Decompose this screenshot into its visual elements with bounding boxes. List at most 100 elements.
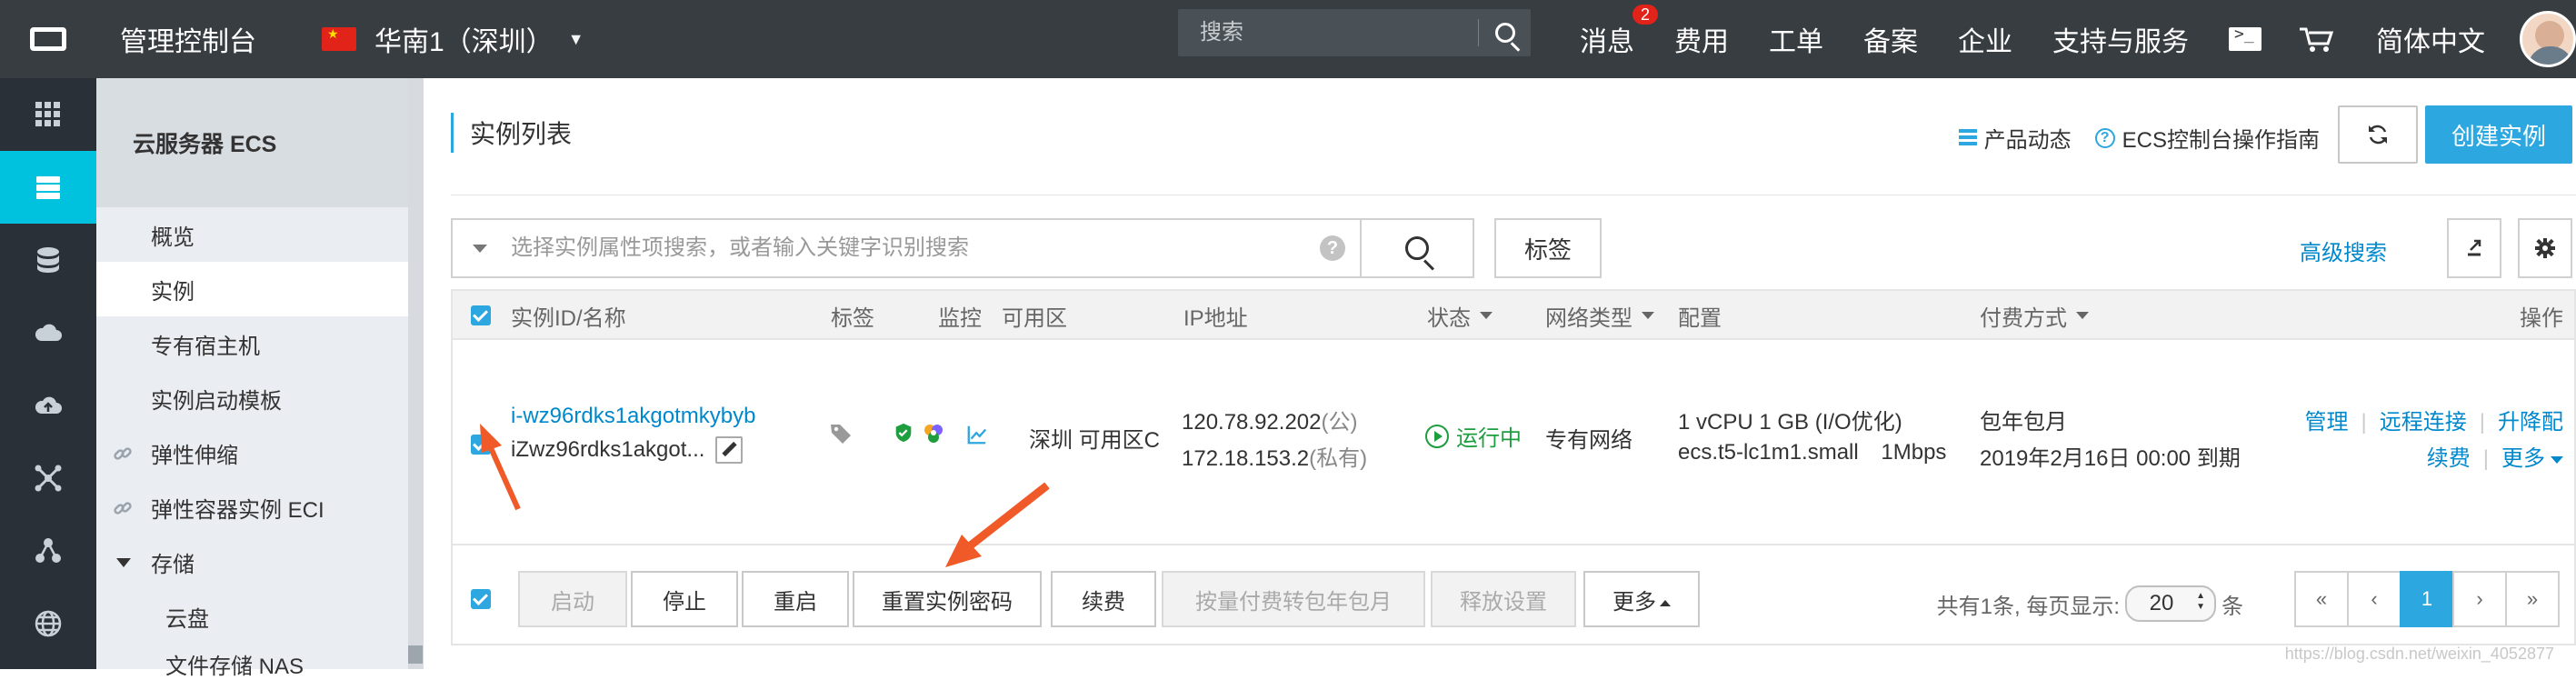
refresh-icon — [2369, 125, 2387, 145]
cart-icon[interactable] — [2298, 25, 2336, 53]
config-line2: ecs.t5-lc1m1.small 1Mbps — [1678, 440, 1946, 465]
database-icon[interactable] — [0, 224, 96, 296]
col-monitor: 监控 — [938, 305, 982, 331]
instance-search-box[interactable]: ? — [451, 218, 1360, 278]
china-flag-icon — [322, 27, 356, 51]
search-button[interactable] — [1360, 218, 1474, 278]
top-nav-icp[interactable]: 备案 — [1863, 19, 1918, 59]
network-icon[interactable] — [0, 442, 96, 515]
remote-connect-link[interactable]: 远程连接 — [2380, 410, 2467, 435]
page-1-button[interactable]: 1 — [2400, 571, 2454, 627]
security-shield-icon[interactable] — [893, 422, 914, 450]
select-all-checkbox[interactable] — [471, 291, 491, 340]
monitor-chart-icon[interactable] — [965, 424, 989, 452]
col-tag: 标签 — [831, 305, 874, 331]
page-size-select[interactable]: 20 — [2125, 585, 2216, 622]
nav-item-storage[interactable]: 存储 — [96, 535, 423, 589]
next-page-button[interactable]: › — [2452, 571, 2507, 627]
table-footer: 启动 停止 重启 重置实例密码 续费 按量付费转包年包月 释放设置 更多 共有1… — [453, 545, 2574, 644]
chevron-up-icon — [1660, 599, 1671, 606]
nav-item-launch-templates[interactable]: 实例启动模板 — [96, 371, 423, 425]
refresh-button[interactable] — [2338, 105, 2418, 164]
product-updates-label: 产品动态 — [1983, 128, 2072, 153]
server-icon[interactable] — [0, 151, 96, 224]
nav-item-nas[interactable]: 文件存储 NAS — [96, 644, 423, 680]
scrollbar-thumb[interactable] — [408, 645, 423, 664]
release-settings-button[interactable]: 释放设置 — [1431, 571, 1576, 627]
create-instance-button[interactable]: 创建实例 — [2425, 105, 2572, 164]
nav-item-eci[interactable]: 弹性容器实例 ECI — [96, 480, 423, 535]
renew-link[interactable]: 续费 — [2427, 446, 2471, 471]
search-icon[interactable] — [1495, 23, 1515, 43]
chevron-down-icon — [1480, 312, 1493, 319]
bandwidth: 1Mbps — [1881, 440, 1947, 465]
restart-button[interactable]: 重启 — [742, 571, 849, 627]
top-search-input[interactable] — [1178, 9, 1478, 56]
settings-button[interactable] — [2518, 218, 2572, 278]
globe-icon[interactable] — [0, 587, 96, 660]
top-search[interactable] — [1178, 9, 1531, 56]
terminal-icon[interactable] — [2229, 25, 2261, 51]
page-title: 实例列表 — [451, 113, 572, 153]
prev-page-button[interactable]: ‹ — [2347, 571, 2401, 627]
nav-item-disks[interactable]: 云盘 — [96, 589, 423, 644]
reset-password-button[interactable]: 重置实例密码 — [853, 571, 1042, 627]
stop-button[interactable]: 停止 — [631, 571, 738, 627]
ops-separator: | — [2361, 410, 2367, 435]
tag-filter-button[interactable]: 标签 — [1494, 218, 1602, 278]
col-ip: IP地址 — [1183, 305, 1248, 331]
first-page-button[interactable]: « — [2294, 571, 2349, 627]
guide-link[interactable]: ? ECS控制台操作指南 — [2094, 122, 2320, 154]
instance-id-link[interactable]: i-wz96rdks1akgotmkybyb — [511, 404, 755, 429]
top-nav-support[interactable]: 支持与服务 — [2052, 19, 2189, 59]
nav-item-instances[interactable]: 实例 — [96, 262, 423, 316]
cluster-icon[interactable] — [0, 515, 96, 587]
cloud-icon[interactable] — [0, 296, 96, 369]
aliyun-logo-icon[interactable] — [0, 0, 96, 78]
grid-icon[interactable] — [0, 78, 96, 151]
cloud-upload-icon[interactable] — [0, 369, 96, 442]
console-title[interactable]: 管理控制台 — [120, 19, 256, 59]
nav-scrollbar[interactable] — [408, 78, 423, 669]
top-nav-billing[interactable]: 费用 — [1674, 19, 1729, 59]
renew-button[interactable]: 续费 — [1051, 571, 1156, 627]
tag-icon[interactable] — [829, 422, 853, 452]
manage-link[interactable]: 管理 — [2305, 410, 2349, 435]
more-actions-label: 更多 — [1612, 589, 1656, 615]
multicolor-gear-icon[interactable] — [922, 422, 945, 452]
last-page-button[interactable]: » — [2505, 571, 2560, 627]
search-divider — [1478, 19, 1479, 46]
edit-pencil-icon[interactable] — [715, 436, 744, 464]
col-actions: 操作 — [2520, 305, 2563, 331]
nav-item-dedicated-hosts[interactable]: 专有宿主机 — [96, 316, 423, 371]
start-button[interactable]: 启动 — [518, 571, 627, 627]
row-checkbox[interactable] — [471, 435, 491, 461]
resize-link[interactable]: 升降配 — [2498, 410, 2563, 435]
top-nav-enterprise[interactable]: 企业 — [1958, 19, 2012, 59]
pagination: « ‹ 1 › » — [2294, 571, 2560, 627]
col-status[interactable]: 状态 — [1427, 291, 1493, 340]
region-selector[interactable]: 华南1（深圳） ▼ — [322, 19, 584, 59]
private-ip-suffix: (私有) — [1309, 446, 1368, 471]
more-actions-button[interactable]: 更多 — [1583, 571, 1700, 627]
footer-select-all-checkbox[interactable] — [471, 589, 491, 614]
nav-item-auto-scaling[interactable]: 弹性伸缩 — [96, 425, 423, 480]
col-network-type[interactable]: 网络类型 — [1545, 291, 1654, 340]
more-dropdown[interactable]: 更多 — [2501, 446, 2563, 471]
convert-billing-button[interactable]: 按量付费转包年包月 — [1162, 571, 1425, 627]
instance-search-input[interactable] — [509, 221, 1320, 275]
avatar[interactable] — [2520, 11, 2576, 67]
top-nav-tickets[interactable]: 工单 — [1769, 19, 1823, 59]
col-billing[interactable]: 付费方式 — [1980, 291, 2089, 340]
language-selector[interactable]: 简体中文 — [2376, 19, 2485, 59]
export-button[interactable] — [2447, 218, 2501, 278]
top-nav-messages[interactable]: 消息 2 — [1580, 5, 1658, 59]
nav-label: 文件存储 NAS — [165, 655, 305, 679]
nav-label: 云盘 — [165, 606, 209, 632]
advanced-search-link[interactable]: 高级搜索 — [2300, 235, 2387, 266]
product-updates-link[interactable]: 产品动态 — [1958, 122, 2072, 154]
chevron-down-icon[interactable] — [473, 244, 487, 253]
nav-label: 存储 — [151, 552, 195, 577]
help-icon[interactable]: ? — [1320, 235, 1345, 261]
nav-item-overview[interactable]: 概览 — [96, 207, 423, 262]
